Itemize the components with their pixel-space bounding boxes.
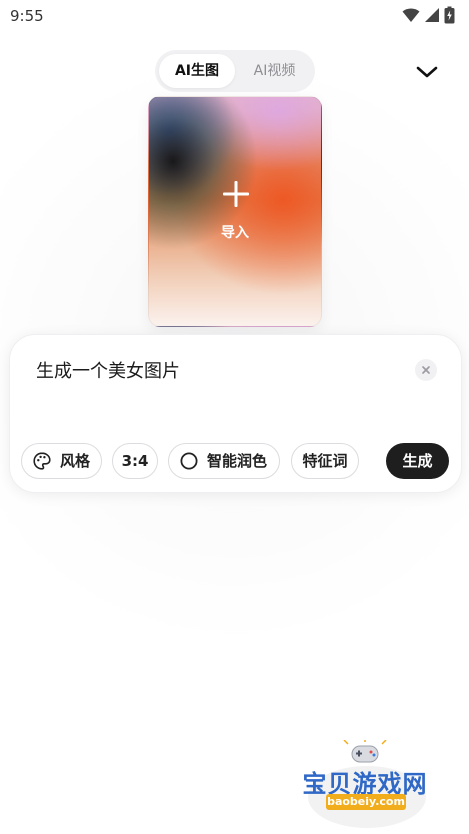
app-screen: 9:55 AI生图 AI视频 导入 生成一个美女图片 风格 3:4 智能润色 特…	[0, 0, 469, 834]
watermark-logo: 宝贝游戏网 baobeiy.com	[290, 740, 440, 832]
plus-icon	[223, 181, 249, 207]
radio-circle-icon	[180, 452, 198, 470]
tab-ai-video[interactable]: AI视频	[238, 54, 311, 88]
aspect-ratio-button[interactable]: 3:4	[112, 443, 158, 479]
import-label: 导入	[221, 225, 249, 241]
clear-button[interactable]	[415, 359, 437, 381]
feature-words-button[interactable]: 特征词	[291, 443, 359, 479]
style-button[interactable]: 风格	[21, 443, 102, 479]
generate-button[interactable]: 生成	[386, 443, 449, 479]
cellular-signal-icon	[425, 8, 439, 22]
mode-tab-bar: AI生图 AI视频	[155, 50, 315, 92]
tab-ai-image[interactable]: AI生图	[159, 54, 235, 88]
palette-icon	[33, 452, 51, 470]
status-time: 9:55	[10, 7, 44, 25]
status-bar: 9:55	[0, 0, 469, 32]
battery-icon	[444, 6, 455, 24]
feature-words-label: 特征词	[302, 452, 348, 470]
style-label: 风格	[60, 452, 91, 470]
chevron-down-icon[interactable]	[413, 60, 441, 84]
smart-polish-label: 智能润色	[207, 452, 268, 470]
watermark-url: baobeiy.com	[326, 794, 406, 810]
prompt-panel: 生成一个美女图片 风格 3:4 智能润色 特征词 生成	[9, 334, 462, 493]
aspect-ratio-label: 3:4	[121, 452, 149, 470]
close-icon	[422, 366, 430, 374]
import-image-card[interactable]: 导入	[148, 96, 322, 327]
wifi-icon	[402, 8, 420, 22]
prompt-input[interactable]: 生成一个美女图片	[36, 357, 180, 383]
status-icons	[402, 6, 455, 24]
gamepad-icon	[343, 740, 387, 763]
smart-polish-toggle[interactable]: 智能润色	[168, 443, 280, 479]
